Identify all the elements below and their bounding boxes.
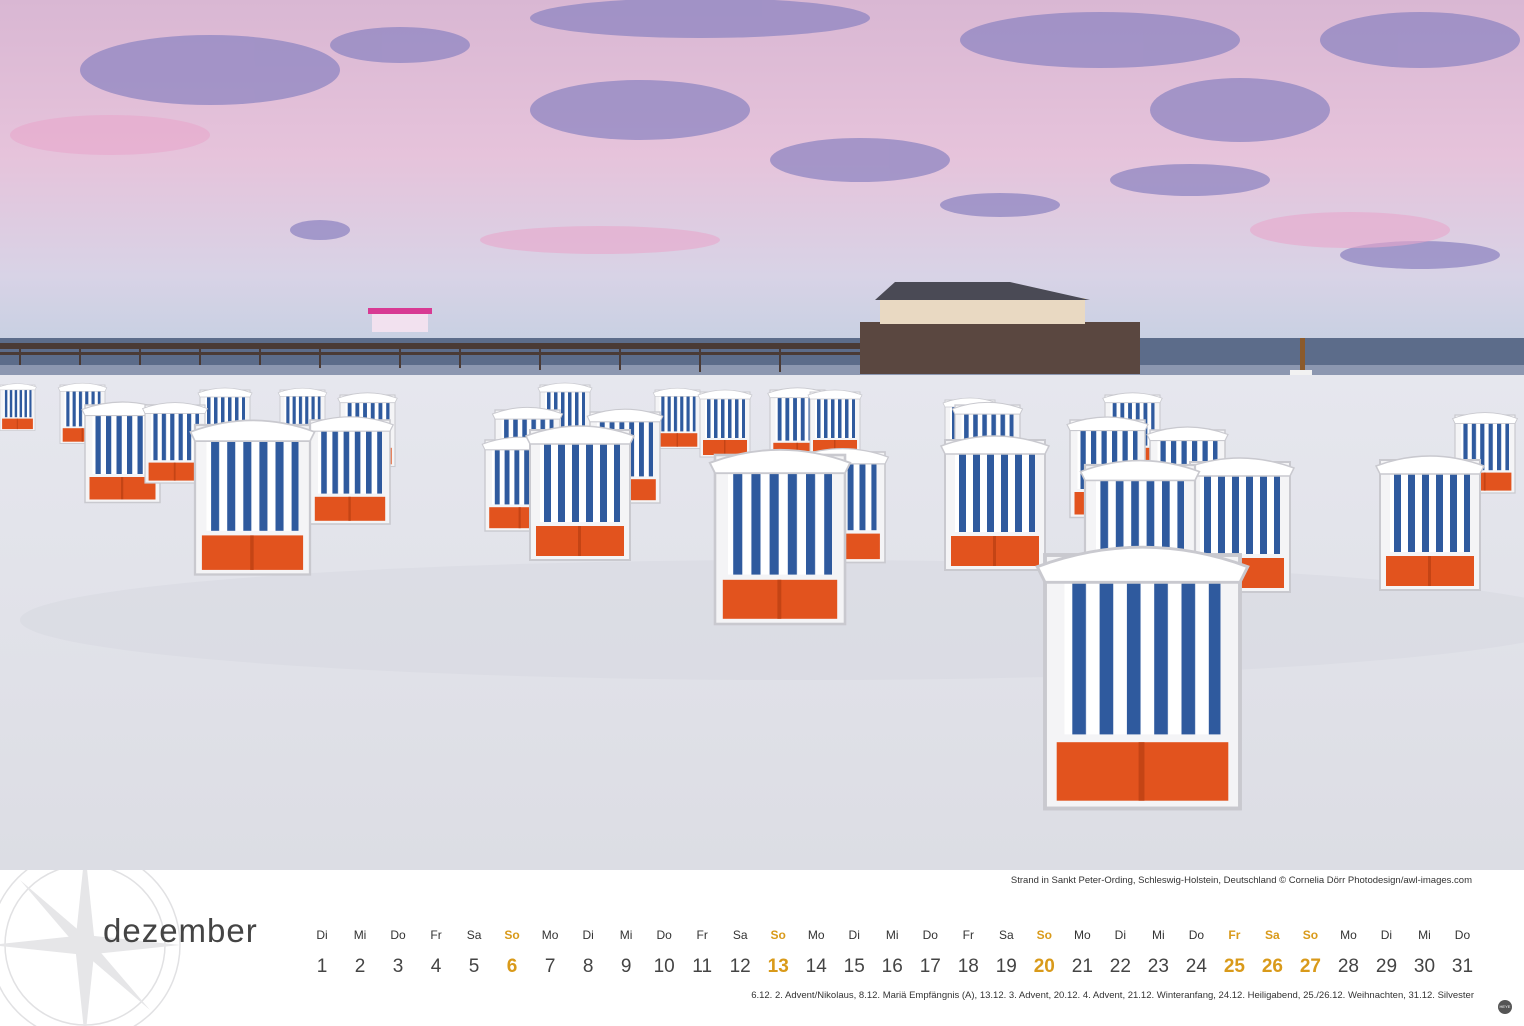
day-number: 27 (1299, 956, 1321, 977)
calendar-day: Mo 14 (797, 926, 835, 978)
publisher-logo-icon: HEYE (1498, 1000, 1512, 1014)
weekday-label: Fr (430, 928, 442, 942)
weekday-label: Mi (1152, 928, 1165, 942)
day-number: 12 (729, 956, 751, 977)
calendar-day: Di 1 (303, 926, 341, 978)
day-number: 5 (468, 956, 480, 977)
day-number: 14 (805, 956, 827, 977)
calendar-day: Mo 21 (1063, 926, 1101, 978)
day-number: 17 (919, 956, 941, 977)
calendar-day: Di 22 (1101, 926, 1139, 978)
calendar-day: So 20 (1025, 926, 1063, 978)
calendar-day: So 27 (1291, 926, 1329, 978)
day-number: 6 (506, 956, 518, 977)
weekday-label: Di (582, 928, 594, 942)
day-number: 1 (316, 956, 328, 977)
calendar-day: Fr 18 (949, 926, 987, 978)
calendar-day: Sa 26 (1253, 926, 1291, 978)
weekday-label: Fr (962, 928, 974, 942)
day-number: 10 (653, 956, 675, 977)
calendar-day: Fr 25 (1215, 926, 1253, 978)
weekday-label: Sa (466, 928, 482, 942)
weekday-label: Di (1114, 928, 1126, 942)
weekday-label: Di (1380, 928, 1393, 942)
calendar-day: Do 24 (1177, 926, 1215, 978)
calendar-day: Di 15 (835, 926, 873, 978)
month-title: dezember (103, 912, 258, 949)
weekday-label: Fr (696, 928, 708, 942)
day-number: 22 (1109, 956, 1131, 977)
calendar-day: Mi 23 (1139, 926, 1177, 978)
day-number: 21 (1071, 956, 1093, 977)
day-strip: Di 1 Mi 2 Do 3 Fr 4 Sa 5 So 6 Mo 7 Di 8 Mi 9 Do 10 Fr 11 Sa 12 S… (303, 926, 1482, 978)
calendar-day: Di 29 (1367, 926, 1405, 978)
calendar-day: Do 17 (911, 926, 949, 978)
photo-caption: Strand in Sankt Peter-Ording, Schleswig-… (1010, 875, 1472, 886)
weekday-label: Do (922, 928, 938, 942)
calendar-day: So 13 (759, 926, 797, 978)
day-number: 20 (1033, 956, 1055, 977)
day-number: 25 (1223, 956, 1245, 977)
weekday-label: So (770, 928, 786, 942)
calendar-day: Do 10 (645, 926, 683, 978)
weekday-label: Do (656, 928, 672, 942)
holidays-note: 6.12. 2. Advent/Nikolaus, 8.12. Mariä Em… (751, 990, 1474, 1001)
weekday-label: Fr (1228, 928, 1241, 942)
weekday-label: Sa (998, 928, 1014, 942)
day-number: 24 (1185, 956, 1207, 977)
weekday-label: Mi (353, 928, 367, 942)
weekday-label: Do (1454, 928, 1471, 942)
calendar-day: Fr 11 (683, 926, 721, 978)
weekday-label: So (1302, 928, 1319, 942)
calendar-day: Mi 9 (607, 926, 645, 978)
beach-chairs-photo (0, 0, 1524, 870)
weekday-label: So (504, 928, 520, 942)
weekday-label: Mo (1073, 928, 1091, 942)
weekday-label: Do (390, 928, 406, 942)
day-number: 16 (881, 956, 903, 977)
day-number: 3 (392, 956, 404, 977)
weekday-label: Do (1188, 928, 1205, 942)
day-number: 26 (1261, 956, 1283, 977)
weekday-label: Di (848, 928, 860, 942)
calendar-day: Mo 28 (1329, 926, 1367, 978)
calendar-day: Mi 2 (341, 926, 379, 978)
calendar-day: Mi 16 (873, 926, 911, 978)
calendar-day: Mo 7 (531, 926, 569, 978)
day-number: 11 (692, 956, 713, 977)
weekday-label: So (1036, 928, 1052, 942)
day-number: 28 (1337, 956, 1359, 977)
calendar-day: Do 3 (379, 926, 417, 978)
weekday-label: Mo (1340, 928, 1357, 942)
day-number: 30 (1413, 956, 1436, 977)
day-number: 31 (1451, 956, 1474, 977)
calendar-day: Sa 19 (987, 926, 1025, 978)
weekday-label: Sa (732, 928, 748, 942)
day-number: 9 (620, 956, 632, 977)
weekday-label: Mi (619, 928, 633, 942)
day-number: 29 (1375, 956, 1398, 977)
weekday-label: Sa (1265, 928, 1280, 942)
weekday-label: Mo (541, 928, 559, 942)
day-number: 18 (957, 956, 979, 977)
weekday-label: Mo (807, 928, 825, 942)
day-number: 8 (582, 956, 594, 977)
calendar-day: Do 31 (1443, 926, 1481, 978)
day-number: 13 (767, 956, 789, 977)
calendar-day: Di 8 (569, 926, 607, 978)
calendar-day: Sa 5 (455, 926, 493, 978)
weekday-label: Mi (885, 928, 899, 942)
day-number: 15 (843, 956, 865, 977)
day-number: 19 (995, 956, 1017, 977)
day-number: 23 (1147, 956, 1169, 977)
day-number: 4 (430, 956, 442, 977)
calendar-day: Mi 30 (1405, 926, 1443, 978)
calendar-day: Fr 4 (417, 926, 455, 978)
weekday-label: Mi (1418, 928, 1431, 942)
calendar-day: Sa 12 (721, 926, 759, 978)
weekday-label: Di (316, 928, 328, 942)
day-number: 7 (544, 956, 556, 977)
calendar-day: So 6 (493, 926, 531, 978)
day-number: 2 (354, 956, 366, 977)
